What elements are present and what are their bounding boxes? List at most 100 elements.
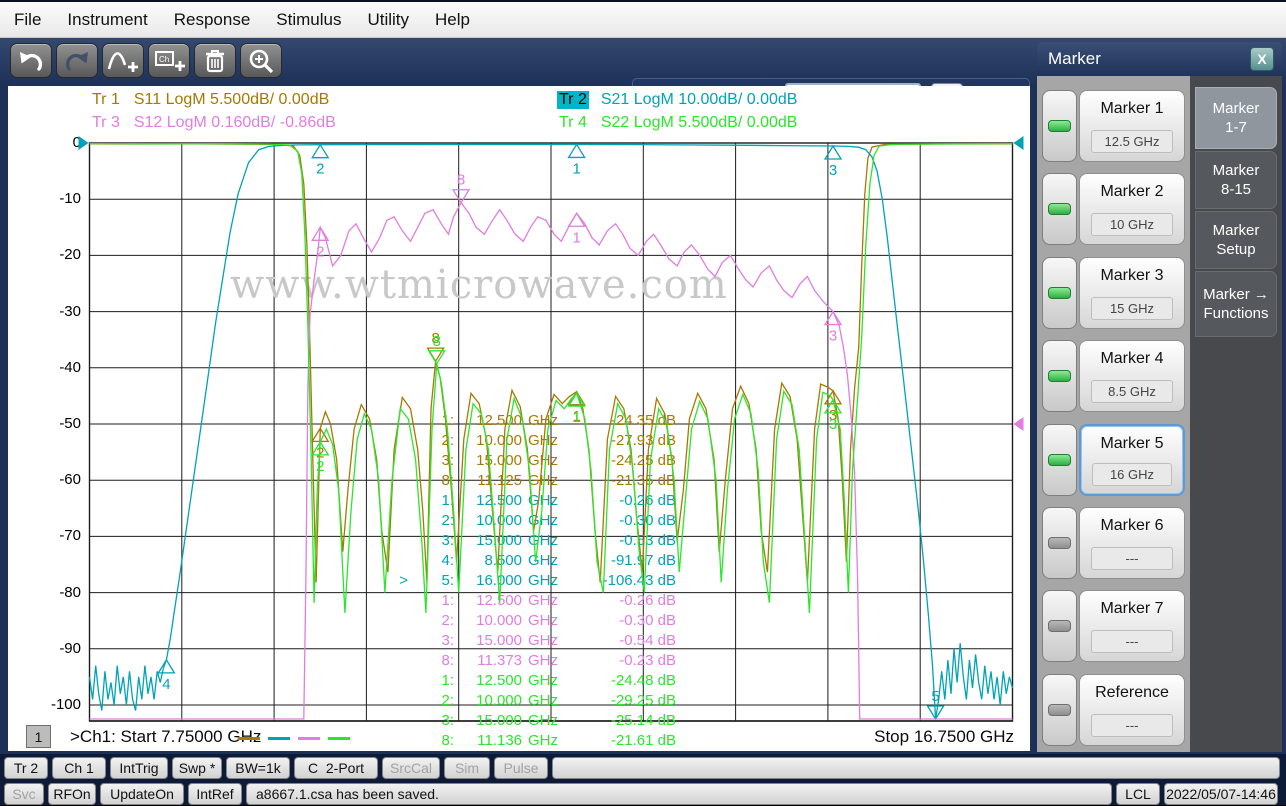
tab-marker-8-15[interactable]: Marker 8-15 bbox=[1195, 151, 1277, 209]
tab-label: Marker bbox=[1212, 100, 1260, 117]
led-toggle-marker-6[interactable] bbox=[1042, 507, 1077, 579]
svg-text:8: 8 bbox=[433, 333, 441, 350]
tab-label: 8-15 bbox=[1220, 181, 1252, 198]
legend-tr-1[interactable]: Tr 1 S11 LogM 5.500dB/ 0.00dB bbox=[90, 90, 329, 110]
svg-text:5: 5 bbox=[931, 688, 939, 705]
softkey-marker-1[interactable]: Marker 1 12.5 GHz bbox=[1079, 90, 1185, 162]
status-lcl: LCL bbox=[1116, 783, 1160, 805]
softkey-label: Marker 5 bbox=[1100, 435, 1164, 452]
softkey-value: 16 GHz bbox=[1092, 463, 1172, 486]
status-bar: Tr 2 Ch 1 IntTrig Swp * BW=1k C 2-Port SrcCal S… bbox=[0, 754, 1286, 806]
menu-item-utility[interactable]: Utility bbox=[367, 10, 409, 30]
softkey-marker-5[interactable]: Marker 5 16 GHz bbox=[1079, 424, 1185, 496]
softkey-marker-6[interactable]: Marker 6 --- bbox=[1079, 507, 1185, 579]
trace-id-badge: Tr 4 bbox=[559, 114, 587, 131]
softkey-value: 10 GHz bbox=[1091, 213, 1173, 236]
tab-marker-functions[interactable]: Marker → Functions bbox=[1195, 271, 1277, 337]
status-updateon[interactable]: UpdateOn bbox=[100, 783, 184, 805]
led-off-icon bbox=[1048, 704, 1071, 716]
trace-tr3 bbox=[89, 201, 1013, 720]
status-sim[interactable]: Sim bbox=[444, 757, 490, 779]
menu-item-instrument[interactable]: Instrument bbox=[67, 10, 147, 30]
status-pulse[interactable]: Pulse bbox=[494, 757, 548, 779]
led-on-icon bbox=[1048, 370, 1071, 382]
svg-text:4: 4 bbox=[162, 676, 170, 693]
softkey-label: Marker 2 bbox=[1100, 183, 1164, 200]
led-toggle-reference[interactable] bbox=[1042, 674, 1077, 746]
svg-text:8: 8 bbox=[457, 172, 465, 189]
tab-label: Setup bbox=[1216, 241, 1256, 258]
status-a8667-1-csa-has-been-saved: a8667.1.csa has been saved. bbox=[246, 783, 1112, 805]
svg-text:2: 2 bbox=[316, 458, 324, 475]
status-bw-1k[interactable]: BW=1k bbox=[226, 757, 290, 779]
status-rfon[interactable]: RFOn bbox=[48, 783, 96, 805]
led-on-icon bbox=[1048, 203, 1071, 215]
status-ch-1[interactable]: Ch 1 bbox=[52, 757, 106, 779]
softkey-value: 8.5 GHz bbox=[1091, 380, 1173, 403]
trace-format-text: S22 LogM 5.500dB/ 0.00dB bbox=[600, 114, 798, 131]
close-icon[interactable]: X bbox=[1250, 47, 1274, 71]
menu-item-file[interactable]: File bbox=[14, 10, 41, 30]
sweep-start-label: >Ch1: Start 7.75000 GHz bbox=[70, 727, 262, 746]
undo-icon[interactable] bbox=[10, 43, 52, 78]
softkey-label: Marker 6 bbox=[1100, 517, 1164, 534]
led-toggle-marker-7[interactable] bbox=[1042, 590, 1077, 662]
status-intref[interactable]: IntRef bbox=[188, 783, 242, 805]
led-toggle-marker-3[interactable] bbox=[1042, 257, 1077, 329]
status-swp[interactable]: Swp * bbox=[172, 757, 222, 779]
trace-layer: 123812 34512381238 bbox=[78, 136, 1024, 721]
led-toggle-marker-5[interactable] bbox=[1042, 424, 1077, 496]
svg-text:Ch: Ch bbox=[159, 55, 169, 64]
softkey-value: 15 GHz bbox=[1091, 297, 1173, 320]
led-toggle-marker-4[interactable] bbox=[1042, 340, 1077, 412]
menu-item-help[interactable]: Help bbox=[435, 10, 470, 30]
legend-tr-4[interactable]: Tr 4 S22 LogM 5.500dB/ 0.00dB bbox=[557, 113, 797, 133]
tab-label: Marker bbox=[1212, 162, 1260, 179]
plot-panel: Tr 1 S11 LogM 5.500dB/ 0.00dB Tr 2 S21 LogM… bbox=[8, 86, 1030, 751]
softkey-value: --- bbox=[1091, 547, 1173, 570]
led-toggle-marker-1[interactable] bbox=[1042, 90, 1077, 162]
softkey-value: --- bbox=[1091, 714, 1173, 737]
sweep-stop-label: Stop 16.7500 GHz bbox=[874, 727, 1014, 746]
add-channel-icon[interactable]: Ch bbox=[148, 43, 190, 78]
legend-tr-2[interactable]: Tr 2 S21 LogM 10.00dB/ 0.00dB bbox=[557, 90, 797, 110]
softkey-label: Reference bbox=[1095, 684, 1169, 701]
status-2022-05-07-14-46: 2022/05/07-14:46 bbox=[1164, 783, 1278, 805]
status-tr-2[interactable]: Tr 2 bbox=[4, 757, 48, 779]
trace-tr2 bbox=[88, 143, 1014, 720]
add-trace-icon[interactable] bbox=[102, 43, 144, 78]
softkey-reference[interactable]: Reference --- bbox=[1079, 674, 1185, 746]
softkey-label: Marker 1 bbox=[1100, 100, 1164, 117]
trace-tr1 bbox=[89, 143, 1013, 583]
softkey-marker-4[interactable]: Marker 4 8.5 GHz bbox=[1079, 340, 1185, 412]
status-svc[interactable]: Svc bbox=[4, 783, 44, 805]
menu-item-stimulus[interactable]: Stimulus bbox=[276, 10, 341, 30]
trace-dash-tr-2 bbox=[268, 737, 290, 740]
redo-icon[interactable] bbox=[56, 43, 98, 78]
svg-text:2: 2 bbox=[316, 243, 324, 260]
trace-dash-tr-3 bbox=[298, 737, 320, 740]
svg-text:3: 3 bbox=[829, 416, 837, 433]
tab-label: 1-7 bbox=[1225, 119, 1247, 136]
legend-tr-3[interactable]: Tr 3 S12 LogM 0.160dB/ -0.86dB bbox=[90, 113, 336, 133]
status-srccal[interactable]: SrcCal bbox=[382, 757, 440, 779]
menu-item-response[interactable]: Response bbox=[174, 10, 251, 30]
softkey-value: 12.5 GHz bbox=[1091, 130, 1173, 153]
tab-marker-1-7[interactable]: Marker 1-7 bbox=[1195, 87, 1277, 149]
softkey-marker-3[interactable]: Marker 3 15 GHz bbox=[1079, 257, 1185, 329]
svg-text:1: 1 bbox=[572, 229, 580, 246]
svg-text:2: 2 bbox=[316, 161, 324, 178]
softkey-label: Marker 7 bbox=[1100, 600, 1164, 617]
tab-marker-setup[interactable]: Marker Setup bbox=[1195, 211, 1277, 269]
status-inttrig[interactable]: IntTrig bbox=[110, 757, 168, 779]
led-toggle-marker-2[interactable] bbox=[1042, 173, 1077, 245]
softkey-marker-7[interactable]: Marker 7 --- bbox=[1079, 590, 1185, 662]
zoom-icon[interactable] bbox=[240, 43, 282, 78]
marker-panel-tabs: Marker 1-7 Marker 8-15 Marker Setup Marker → Fu… bbox=[1190, 76, 1282, 752]
status-c-2-port[interactable]: C 2-Port bbox=[294, 757, 378, 779]
svg-text:1: 1 bbox=[572, 409, 580, 426]
delete-icon[interactable] bbox=[194, 43, 236, 78]
trace-id-badge: Tr 2 bbox=[557, 91, 589, 109]
panel-title: Marker bbox=[1048, 49, 1101, 68]
softkey-marker-2[interactable]: Marker 2 10 GHz bbox=[1079, 173, 1185, 245]
